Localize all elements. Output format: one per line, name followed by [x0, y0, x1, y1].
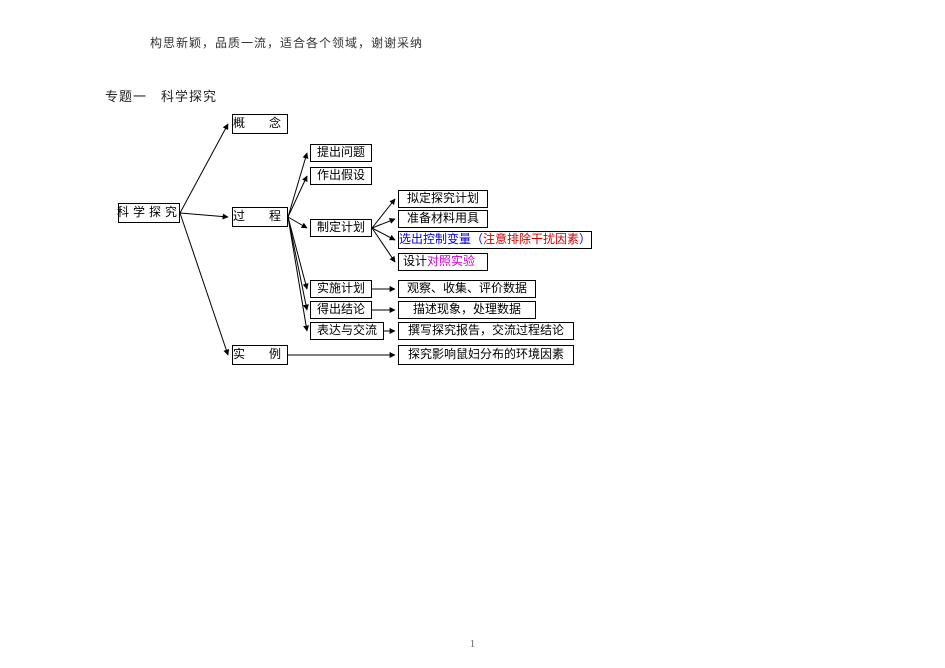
- node-step-execute: 实施计划: [310, 280, 372, 298]
- node-step-hypothesis: 作出假设: [310, 167, 372, 185]
- text-blue-2: ）: [579, 232, 591, 248]
- arrow: [288, 217, 307, 289]
- arrow: [180, 213, 228, 217]
- node-detail-plan-2: 准备材料用具: [398, 210, 488, 228]
- node-detail-exec-2: 描述现象，处理数据: [398, 301, 536, 319]
- arrow: [288, 217, 307, 331]
- arrow: [180, 213, 228, 355]
- node-detail-plan-4: 设计对照实验: [398, 253, 488, 271]
- arrow: [372, 228, 395, 262]
- node-detail-exec-1: 观察、收集、评价数据: [398, 280, 536, 298]
- arrow: [180, 124, 228, 213]
- arrow: [372, 199, 395, 228]
- node-detail-plan-1: 拟定探究计划: [398, 190, 488, 208]
- text-plain: 设计: [403, 254, 427, 270]
- node-concept: 概 念: [232, 114, 288, 134]
- arrow: [288, 176, 307, 217]
- node-example-detail: 探究影响鼠妇分布的环境因素: [398, 345, 574, 365]
- node-step-plan: 制定计划: [310, 219, 372, 237]
- arrow: [288, 153, 307, 217]
- arrow: [372, 228, 395, 240]
- arrow: [288, 217, 307, 228]
- node-step-communicate: 表达与交流: [310, 322, 384, 340]
- arrow: [372, 219, 395, 228]
- page-number: 1: [470, 638, 476, 650]
- text-blue: 选出控制变量（: [399, 232, 483, 248]
- node-step-question: 提出问题: [310, 144, 372, 162]
- node-step-conclude: 得出结论: [310, 301, 372, 319]
- header-note: 构思新颖，品质一流，适合各个领域，谢谢采纳: [150, 34, 423, 51]
- page: 构思新颖，品质一流，适合各个领域，谢谢采纳 专题一 科学探究 科学探究 概 念 …: [0, 0, 945, 668]
- node-root: 科学探究: [118, 203, 180, 223]
- section-title: 专题一 科学探究: [105, 86, 217, 105]
- arrow: [288, 217, 307, 310]
- text-magenta: 对照实验: [427, 254, 475, 270]
- node-detail-exec-3: 撰写探究报告，交流过程结论: [398, 322, 574, 340]
- node-example: 实 例: [232, 345, 288, 365]
- node-detail-plan-3: 选出控制变量（注意排除干扰因素）: [398, 231, 592, 249]
- node-process: 过 程: [232, 207, 288, 227]
- text-red: 注意排除干扰因素: [483, 232, 579, 248]
